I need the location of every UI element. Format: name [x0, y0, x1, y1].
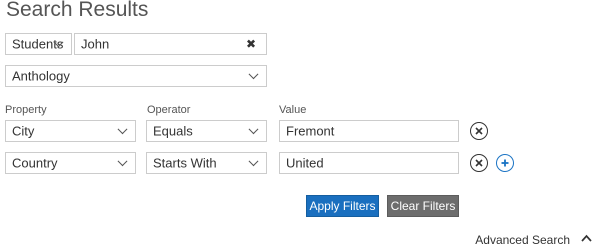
value-header: Value — [279, 104, 307, 116]
advanced-search-label: Advanced Search — [475, 233, 570, 247]
filter-operator-select[interactable]: Starts With — [146, 152, 267, 174]
chevron-down-icon — [248, 124, 259, 135]
filter-property-select[interactable]: City — [5, 120, 136, 142]
chevron-down-icon — [248, 69, 259, 80]
collection-select-value: Anthology — [12, 68, 70, 84]
filter-property-value: Country — [12, 155, 58, 171]
page-title: Search Results — [6, 0, 149, 21]
filter-value-input[interactable]: United — [279, 152, 459, 174]
apply-filters-button[interactable]: Apply Filters — [306, 195, 379, 217]
add-filter-icon — [501, 159, 509, 167]
filter-operator-select[interactable]: Equals — [146, 120, 267, 142]
search-input[interactable]: John ✖ — [74, 33, 267, 55]
filter-value-text: Fremont — [286, 123, 335, 139]
operator-header: Operator — [147, 104, 191, 116]
filter-operator-value: Starts With — [153, 155, 217, 171]
chevron-down-icon — [117, 156, 128, 167]
filter-value-text: United — [286, 155, 324, 171]
close-icon[interactable]: ✖ — [246, 37, 256, 51]
remove-filter-button[interactable] — [470, 154, 488, 172]
chevron-up-icon[interactable] — [580, 232, 593, 245]
filter-value-input[interactable]: Fremont — [279, 120, 459, 142]
add-filter-button[interactable] — [496, 154, 514, 172]
filter-property-select[interactable]: Country — [5, 152, 136, 174]
clear-filters-button[interactable]: Clear Filters — [387, 195, 459, 217]
remove-filter-icon — [475, 127, 483, 135]
collection-select[interactable]: Anthology — [5, 65, 267, 87]
advanced-search-toggle[interactable]: Advanced Search — [0, 229, 600, 249]
remove-filter-icon — [475, 159, 483, 167]
filter-property-value: City — [12, 123, 35, 139]
chevron-down-icon — [248, 156, 259, 167]
remove-filter-button[interactable] — [470, 122, 488, 140]
filter-operator-value: Equals — [153, 123, 193, 139]
scope-select[interactable]: Students — [5, 33, 72, 55]
search-input-value: John — [81, 36, 110, 52]
chevron-down-icon — [117, 124, 128, 135]
property-header: Property — [5, 104, 47, 116]
